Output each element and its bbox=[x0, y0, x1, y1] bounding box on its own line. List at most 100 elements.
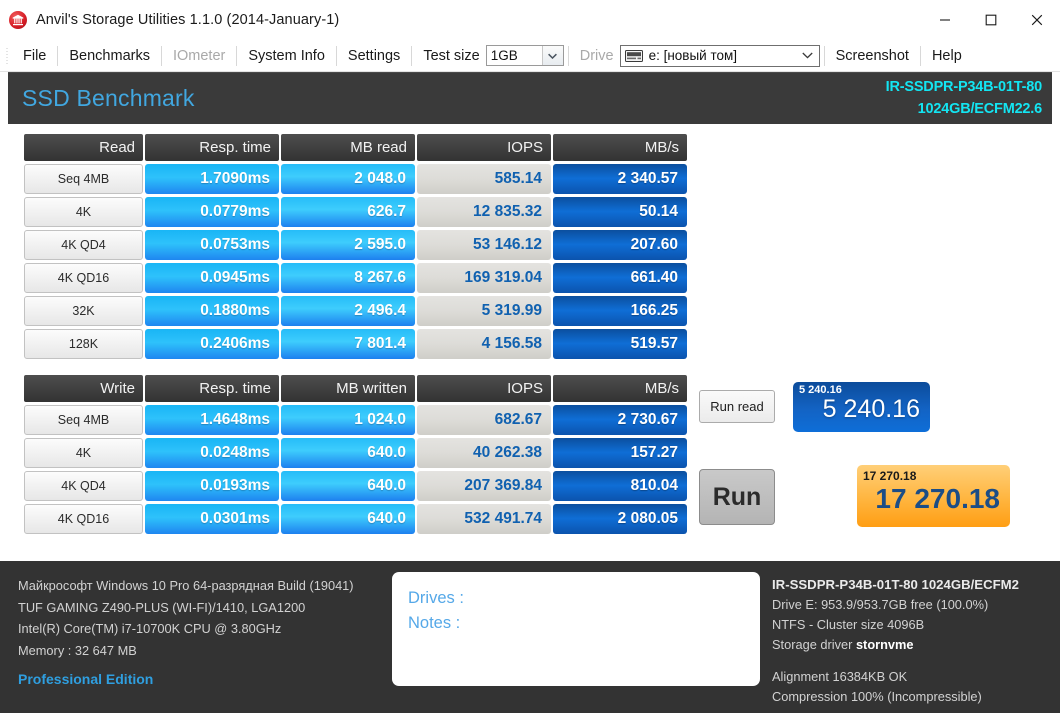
drive-alignment: Alignment 16384KB OK bbox=[772, 667, 1060, 687]
write-col-header-mbs: MB/s bbox=[553, 375, 687, 402]
notes-input[interactable]: Drives : Notes : bbox=[392, 572, 760, 686]
drive-info-spacer bbox=[772, 655, 1060, 667]
main-content: Read Resp. time MB read IOPS MB/s Seq 4M… bbox=[0, 124, 1060, 562]
write-col-header-name: Write bbox=[24, 375, 143, 402]
drive-free-space: Drive E: 953.9/953.7GB free (100.0%) bbox=[772, 595, 1060, 615]
total-score-box: 17 270.18 17 270.18 bbox=[857, 465, 1010, 527]
cell-resp: 0.0193ms bbox=[145, 471, 279, 501]
drive-compression: Compression 100% (Incompressible) bbox=[772, 687, 1060, 707]
menu-divider bbox=[336, 46, 337, 66]
storage-driver-value: stornvme bbox=[856, 637, 914, 652]
cell-mbs: 810.04 bbox=[553, 471, 687, 501]
drives-label: Drives : bbox=[408, 586, 760, 611]
cell-mbs: 661.40 bbox=[553, 263, 687, 293]
row-label: 4K QD16 bbox=[24, 504, 143, 534]
chevron-down-icon[interactable] bbox=[542, 46, 563, 65]
page-title: SSD Benchmark bbox=[22, 85, 195, 112]
cell-mb: 2 496.4 bbox=[281, 296, 415, 326]
write-col-header-resp: Resp. time bbox=[145, 375, 279, 402]
table-row: 4K QD4 0.0753ms 2 595.0 53 146.12 207.60 bbox=[24, 230, 690, 260]
test-size-select[interactable]: 1GB bbox=[486, 45, 564, 66]
storage-driver-label: Storage driver bbox=[772, 637, 852, 652]
device-model: IR-SSDPR-P34B-01T-80 bbox=[886, 76, 1042, 98]
cell-mbs: 166.25 bbox=[553, 296, 687, 326]
cell-mbs: 2 080.05 bbox=[553, 504, 687, 534]
cell-mbs: 2 730.67 bbox=[553, 405, 687, 435]
menu-item-settings[interactable]: Settings bbox=[338, 41, 410, 71]
device-capacity-firmware: 1024GB/ECFM22.6 bbox=[886, 98, 1042, 120]
cell-iops: 53 146.12 bbox=[417, 230, 551, 260]
table-row: 32K 0.1880ms 2 496.4 5 319.99 166.25 bbox=[24, 296, 690, 326]
write-table-header-row: Write Resp. time MB written IOPS MB/s bbox=[24, 375, 690, 402]
total-score-label: 17 270.18 bbox=[863, 469, 1000, 484]
cell-mbs: 50.14 bbox=[553, 197, 687, 227]
menu-item-screenshot[interactable]: Screenshot bbox=[826, 41, 919, 71]
benchmark-header: SSD Benchmark IR-SSDPR-P34B-01T-80 1024G… bbox=[8, 72, 1052, 124]
drive-label: Drive bbox=[570, 41, 616, 71]
menu-item-help[interactable]: Help bbox=[922, 41, 972, 71]
drive-filesystem: NTFS - Cluster size 4096B bbox=[772, 615, 1060, 635]
cell-iops: 169 319.04 bbox=[417, 263, 551, 293]
table-row: 4K QD16 0.0945ms 8 267.6 169 319.04 661.… bbox=[24, 263, 690, 293]
drive-info-panel: IR-SSDPR-P34B-01T-80 1024GB/ECFM2 Drive … bbox=[760, 561, 1060, 713]
menu-item-benchmarks[interactable]: Benchmarks bbox=[59, 41, 160, 71]
cell-mb: 7 801.4 bbox=[281, 329, 415, 359]
drive-value: e: [новый том] bbox=[649, 48, 797, 63]
menu-divider bbox=[824, 46, 825, 66]
cell-mb: 8 267.6 bbox=[281, 263, 415, 293]
system-info-panel: Майкрософт Windows 10 Pro 64-разрядная B… bbox=[0, 561, 392, 713]
toolbar-grip bbox=[6, 46, 13, 66]
bottom-info-panel: Майкрософт Windows 10 Pro 64-разрядная B… bbox=[0, 561, 1060, 713]
os-info: Майкрософт Windows 10 Pro 64-разрядная B… bbox=[18, 575, 392, 597]
window-title: Anvil's Storage Utilities 1.1.0 (2014-Ja… bbox=[36, 12, 339, 28]
anvil-app-icon bbox=[9, 11, 27, 29]
table-row: 4K 0.0779ms 626.7 12 835.32 50.14 bbox=[24, 197, 690, 227]
drive-storage-driver: Storage driver stornvme bbox=[772, 635, 1060, 655]
cell-mb: 1 024.0 bbox=[281, 405, 415, 435]
cell-resp: 0.1880ms bbox=[145, 296, 279, 326]
cell-resp: 0.0248ms bbox=[145, 438, 279, 468]
cell-mbs: 519.57 bbox=[553, 329, 687, 359]
menu-divider bbox=[57, 46, 58, 66]
row-label: 4K QD4 bbox=[24, 230, 143, 260]
drive-device-name: IR-SSDPR-P34B-01T-80 1024GB/ECFM2 bbox=[772, 575, 1060, 595]
window-controls bbox=[922, 0, 1060, 40]
menu-divider bbox=[161, 46, 162, 66]
chevron-down-icon[interactable] bbox=[797, 52, 819, 59]
cell-iops: 207 369.84 bbox=[417, 471, 551, 501]
cell-mb: 640.0 bbox=[281, 438, 415, 468]
menu-item-system-info[interactable]: System Info bbox=[238, 41, 335, 71]
device-info: IR-SSDPR-P34B-01T-80 1024GB/ECFM22.6 bbox=[886, 76, 1042, 120]
cell-mb: 2 048.0 bbox=[281, 164, 415, 194]
cell-iops: 40 262.38 bbox=[417, 438, 551, 468]
cell-mb: 2 595.0 bbox=[281, 230, 415, 260]
table-row: Seq 4MB 1.7090ms 2 048.0 585.14 2 340.57 bbox=[24, 164, 690, 194]
run-read-button[interactable]: Run read bbox=[699, 390, 775, 423]
cell-resp: 1.4648ms bbox=[145, 405, 279, 435]
row-label: Seq 4MB bbox=[24, 164, 143, 194]
cpu-info: Intel(R) Core(TM) i7-10700K CPU @ 3.80GH… bbox=[18, 618, 392, 640]
cell-resp: 1.7090ms bbox=[145, 164, 279, 194]
edition-label: Professional Edition bbox=[18, 669, 392, 691]
cell-mb: 640.0 bbox=[281, 471, 415, 501]
table-row: 128K 0.2406ms 7 801.4 4 156.58 519.57 bbox=[24, 329, 690, 359]
drive-select[interactable]: e: [новый том] bbox=[620, 45, 820, 67]
maximize-icon[interactable] bbox=[968, 0, 1014, 40]
cell-resp: 0.0779ms bbox=[145, 197, 279, 227]
run-button[interactable]: Run bbox=[699, 469, 775, 525]
read-score-box: 5 240.16 5 240.16 bbox=[793, 382, 930, 432]
row-label: 4K QD4 bbox=[24, 471, 143, 501]
menu-item-file[interactable]: File bbox=[13, 41, 56, 71]
cell-iops: 5 319.99 bbox=[417, 296, 551, 326]
notes-label: Notes : bbox=[408, 611, 760, 636]
read-table-header-row: Read Resp. time MB read IOPS MB/s bbox=[24, 134, 690, 161]
row-label: 4K bbox=[24, 197, 143, 227]
cell-mb: 640.0 bbox=[281, 504, 415, 534]
read-col-header-mbs: MB/s bbox=[553, 134, 687, 161]
cell-iops: 12 835.32 bbox=[417, 197, 551, 227]
read-col-header-name: Read bbox=[24, 134, 143, 161]
read-col-header-resp: Resp. time bbox=[145, 134, 279, 161]
minimize-icon[interactable] bbox=[922, 0, 968, 40]
close-icon[interactable] bbox=[1014, 0, 1060, 40]
menu-bar: File Benchmarks IOmeter System Info Sett… bbox=[0, 40, 1060, 72]
